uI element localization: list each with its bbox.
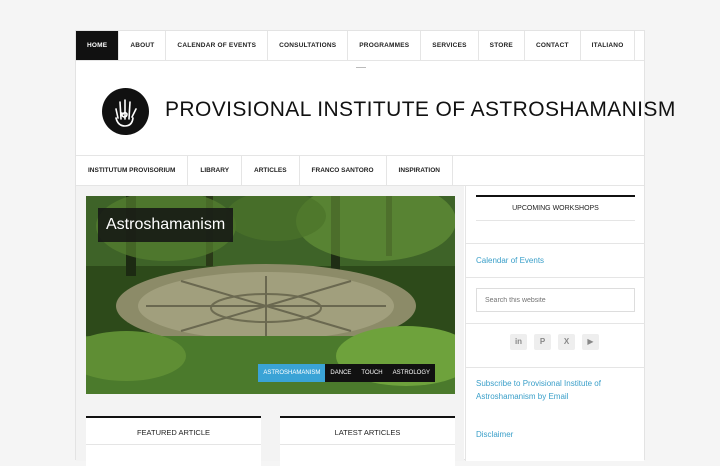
nav-item-services[interactable]: SERVICES <box>421 31 479 60</box>
upcoming-workshops-heading: UPCOMING WORKSHOPS <box>476 195 635 221</box>
x-icon[interactable]: X <box>558 334 575 350</box>
slide-title[interactable]: Astroshamanism <box>98 208 234 242</box>
youtube-icon[interactable]: ▶ <box>582 334 599 350</box>
primary-nav: HOME ABOUT CALENDAR OF EVENTS CONSULTATI… <box>76 31 644 61</box>
widget-divider <box>86 444 261 445</box>
nav-item-home[interactable]: HOME <box>76 31 120 60</box>
nav-item-programmes[interactable]: PROGRAMMES <box>348 31 422 60</box>
nav-item-store[interactable]: STORE <box>479 31 525 60</box>
subnav-item-franco-santoro[interactable]: FRANCO SANTORO <box>300 156 387 185</box>
slide-tab-astrology[interactable]: ASTROLOGY <box>387 364 435 382</box>
subscribe-email-link[interactable]: Subscribe to Provisional Institute of As… <box>476 377 626 403</box>
sidebar: UPCOMING WORKSHOPS Calendar of Events in… <box>465 186 645 461</box>
social-icons: in P X ▶ <box>510 334 606 350</box>
widget-title: LATEST ARTICLES <box>334 428 401 437</box>
search-input[interactable] <box>476 288 635 312</box>
slide-tab-astroshamanism[interactable]: ASTROSHAMANISM <box>258 364 326 382</box>
sidebar-divider <box>466 367 645 368</box>
widget-title: FEATURED ARTICLE <box>136 428 211 437</box>
nav-divider <box>356 67 366 68</box>
featured-slider[interactable]: Astroshamanism ASTROSHAMANISM DANCE TOUC… <box>86 196 455 394</box>
sidebar-divider <box>466 243 645 244</box>
nav-item-consultations[interactable]: CONSULTATIONS <box>268 31 349 60</box>
slide-tab-dance[interactable]: DANCE <box>325 364 357 382</box>
widget-divider <box>280 444 455 445</box>
subnav-item-library[interactable]: LIBRARY <box>188 156 243 185</box>
subnav-item-articles[interactable]: ARTICLES <box>242 156 300 185</box>
sidebar-divider <box>466 277 645 278</box>
calendar-of-events-link[interactable]: Calendar of Events <box>476 254 544 267</box>
sidebar-divider <box>466 323 645 324</box>
pinterest-icon[interactable]: P <box>534 334 551 350</box>
linkedin-icon[interactable]: in <box>510 334 527 350</box>
nav-item-italiano[interactable]: ITALIANO <box>581 31 636 60</box>
featured-article-widget: FEATURED ARTICLE <box>86 416 261 466</box>
hand-spiral-icon <box>115 99 137 127</box>
slide-tab-touch[interactable]: TOUCH <box>356 364 388 382</box>
subnav-item-inspiration[interactable]: INSPIRATION <box>387 156 453 185</box>
nav-item-calendar-of-events[interactable]: CALENDAR OF EVENTS <box>166 31 269 60</box>
latest-articles-widget: LATEST ARTICLES <box>280 416 455 466</box>
site-logo[interactable] <box>102 88 149 135</box>
page-container: HOME ABOUT CALENDAR OF EVENTS CONSULTATI… <box>75 30 675 466</box>
nav-item-contact[interactable]: CONTACT <box>525 31 581 60</box>
disclaimer-link[interactable]: Disclaimer <box>476 428 513 441</box>
slider-tabs: ASTROSHAMANISM DANCE TOUCH ASTROLOGY <box>258 364 435 382</box>
subnav-item-institutum-provisorium[interactable]: INSTITUTUM PROVISORIUM <box>76 156 189 185</box>
site-title[interactable]: PROVISIONAL INSTITUTE OF ASTROSHAMANISM <box>165 98 676 122</box>
secondary-nav: INSTITUTUM PROVISORIUM LIBRARY ARTICLES … <box>76 155 644 186</box>
nav-item-about[interactable]: ABOUT <box>119 31 167 60</box>
